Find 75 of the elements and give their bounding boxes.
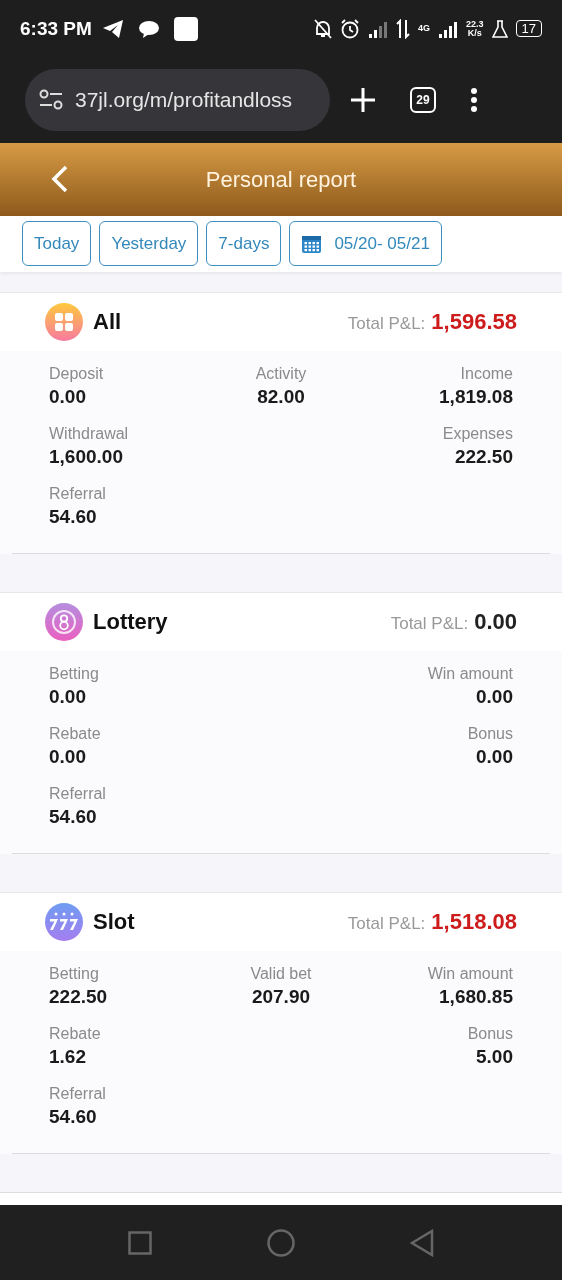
stat-value: 54.60 bbox=[49, 505, 97, 529]
back-icon[interactable] bbox=[410, 1228, 434, 1257]
stat-label: Referral bbox=[49, 1084, 106, 1104]
stat-value: 0.00 bbox=[49, 385, 86, 409]
data-arrows-icon bbox=[396, 18, 410, 39]
stat-label: Bonus bbox=[467, 1024, 513, 1044]
stat-value: 54.60 bbox=[49, 805, 97, 829]
stat-value: 1,600.00 bbox=[49, 445, 123, 469]
tab-switcher-button[interactable]: 29 bbox=[410, 87, 436, 114]
stat-label: Rebate bbox=[49, 724, 101, 744]
stat-label: Valid bet bbox=[250, 964, 312, 984]
category-title: Lottery bbox=[93, 609, 168, 635]
stat-label: Expenses bbox=[442, 424, 513, 444]
speed-unit: K/s bbox=[467, 28, 482, 38]
stat-label: Referral bbox=[49, 484, 106, 504]
signal-icon bbox=[368, 19, 388, 38]
new-tab-button[interactable] bbox=[350, 87, 376, 114]
category-title: Slot bbox=[93, 909, 135, 935]
pnl-value: 1,596.58 bbox=[431, 309, 517, 335]
home-icon[interactable] bbox=[267, 1228, 295, 1257]
date-filter-button[interactable]: Yesterday bbox=[99, 221, 199, 267]
stat-value: 1.62 bbox=[49, 1045, 86, 1069]
stat-label: Betting bbox=[49, 664, 99, 684]
slot-icon bbox=[45, 903, 83, 941]
stat-label: Deposit bbox=[49, 364, 104, 384]
stat-value: 1,680.85 bbox=[439, 985, 513, 1009]
address-bar[interactable]: 37jl.org/m/profitandloss bbox=[25, 69, 330, 132]
stat-label: Withdrawal bbox=[49, 424, 129, 444]
stat-label: Income bbox=[460, 364, 513, 384]
pnl-label: Total P&L: bbox=[347, 914, 426, 934]
page-title: Personal report bbox=[205, 166, 357, 193]
pnl-value: 0.00 bbox=[474, 609, 517, 635]
pnl-value: 1,518.08 bbox=[431, 909, 517, 935]
stat-value: 1,819.08 bbox=[439, 385, 513, 409]
alarm-clock-icon bbox=[340, 18, 360, 39]
stat-label: Betting bbox=[49, 964, 99, 984]
stat-value: 0.00 bbox=[49, 745, 86, 769]
chat-bubble-icon bbox=[137, 18, 160, 39]
grid-icon bbox=[45, 303, 83, 341]
stat-value: 5.00 bbox=[476, 1045, 513, 1069]
recents-icon[interactable] bbox=[128, 1230, 152, 1255]
network-speed: 22.3 bbox=[466, 19, 484, 29]
stat-value: 0.00 bbox=[476, 745, 513, 769]
date-filter-button[interactable]: 05/20- 05/21 bbox=[289, 221, 442, 267]
status-time: 6:33 PM bbox=[20, 17, 92, 40]
url-text: 37jl.org/m/profitandloss bbox=[75, 88, 293, 113]
flask-icon bbox=[491, 19, 508, 38]
tune-icon bbox=[39, 89, 63, 112]
stat-value: 207.90 bbox=[251, 985, 311, 1009]
category-title: All bbox=[93, 309, 122, 335]
stat-label: Rebate bbox=[49, 1024, 101, 1044]
bell-off-icon bbox=[314, 18, 332, 39]
pnl-label: Total P&L: bbox=[347, 314, 426, 334]
pnl-label: Total P&L: bbox=[390, 614, 469, 634]
stat-value: 0.00 bbox=[49, 685, 86, 709]
stat-label: Referral bbox=[49, 784, 106, 804]
stat-label: Win amount bbox=[427, 964, 513, 984]
stat-label: Bonus bbox=[467, 724, 513, 744]
stat-value: 222.50 bbox=[49, 985, 108, 1009]
network-type: 4G bbox=[418, 24, 430, 34]
ball-icon bbox=[45, 603, 83, 641]
stat-value: 222.50 bbox=[454, 445, 513, 469]
stat-value: 82.00 bbox=[257, 385, 305, 409]
stat-label: Activity bbox=[255, 364, 307, 384]
stat-label: Win amount bbox=[427, 664, 513, 684]
battery-level: 17 bbox=[515, 20, 542, 38]
stat-value: 0.00 bbox=[476, 685, 513, 709]
paper-plane-icon bbox=[101, 18, 124, 39]
date-filter-button[interactable]: Today bbox=[22, 221, 92, 267]
stat-value: 54.60 bbox=[49, 1105, 97, 1129]
menu-button[interactable] bbox=[470, 87, 478, 114]
square-icon bbox=[173, 16, 198, 41]
calendar-icon bbox=[301, 233, 323, 255]
signal-icon bbox=[438, 19, 458, 38]
date-filter-button[interactable]: 7-days bbox=[206, 221, 282, 267]
